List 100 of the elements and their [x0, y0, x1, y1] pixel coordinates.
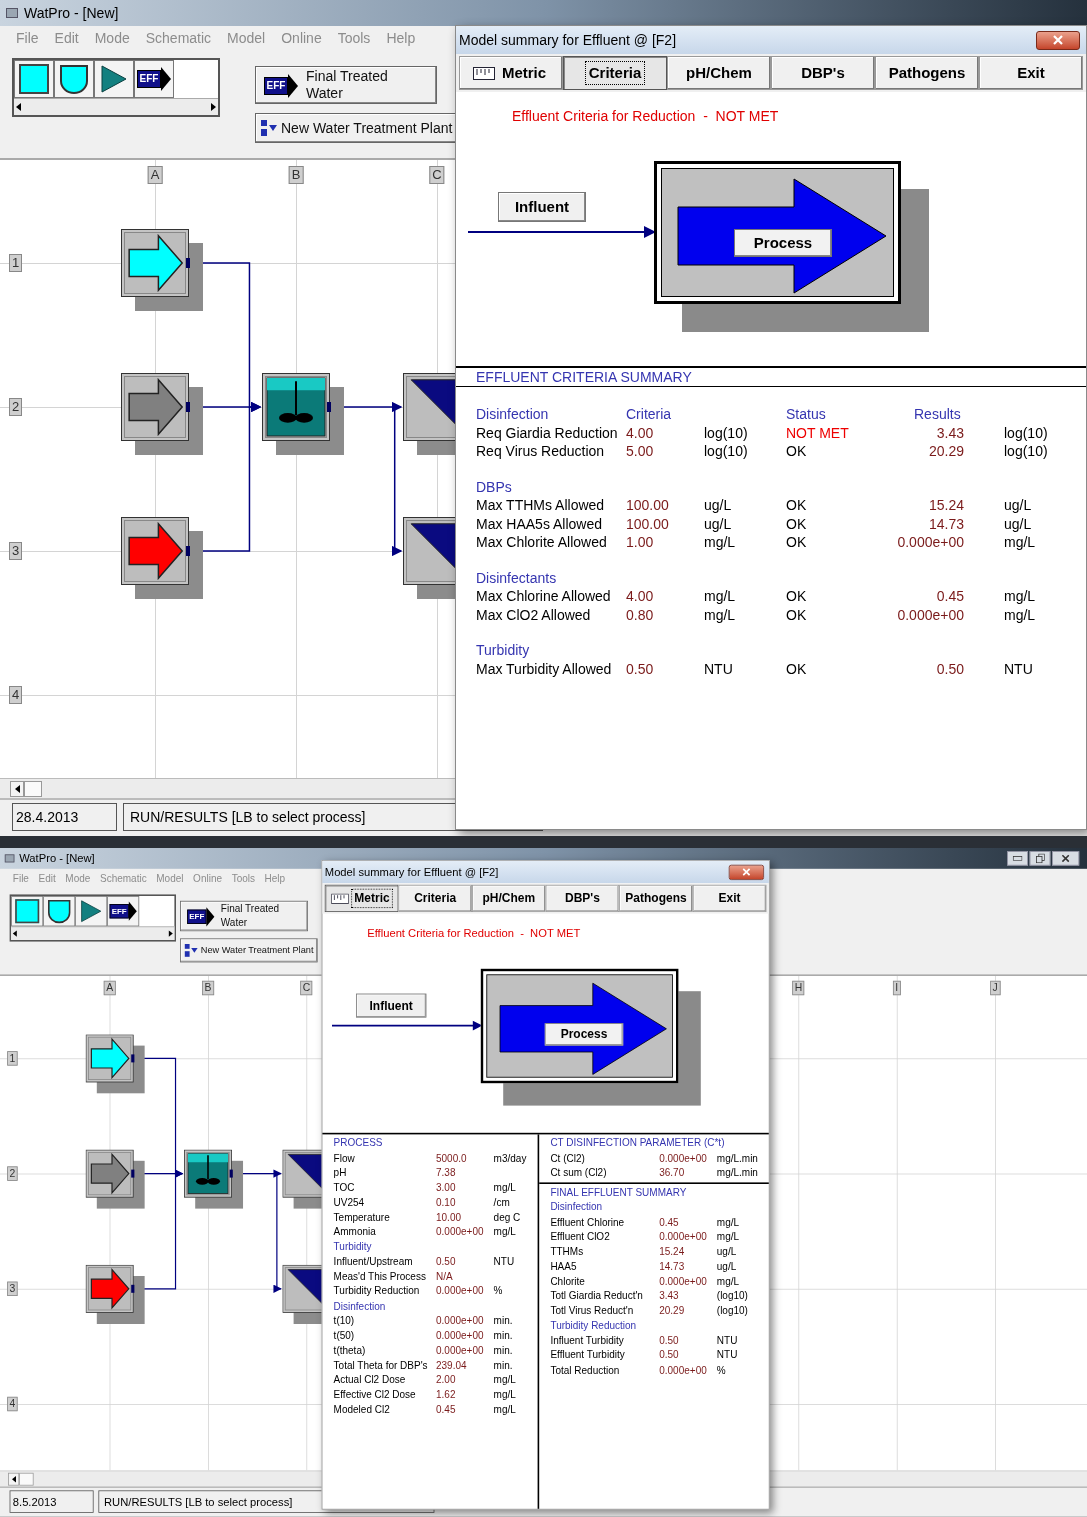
- unit-text: mg/L: [704, 587, 737, 606]
- dialog-tab[interactable]: pH/Chem: [667, 56, 771, 90]
- parameter-value: 2.00: [436, 1373, 457, 1388]
- plant-tree-icon: [184, 943, 199, 958]
- basin-icon: [58, 63, 90, 95]
- row-label: 1: [7, 1051, 18, 1066]
- influent-node-drawing[interactable]: [121, 373, 203, 455]
- unit-text: NTU: [493, 1255, 516, 1270]
- unit-text: min.: [493, 1329, 514, 1344]
- unit-text: NTU: [716, 1333, 739, 1348]
- parameter-value: N/A: [436, 1269, 454, 1284]
- unit-text: mg/L: [493, 1403, 517, 1418]
- horizontal-scrollbar[interactable]: [11, 926, 175, 940]
- tank-node-drawing[interactable]: [262, 373, 344, 455]
- ruler-icon: [331, 893, 349, 904]
- dialog-tab[interactable]: Criteria: [563, 56, 667, 90]
- horizontal-scrollbar[interactable]: [14, 98, 218, 115]
- influent-node-drawing[interactable]: [85, 1264, 145, 1324]
- unit-text: min.: [493, 1314, 514, 1329]
- palette-button[interactable]: EFF: [107, 896, 140, 927]
- close-icon: [1053, 35, 1063, 45]
- section-heading: CT DISINFECTION PARAMETER (C*t): [550, 1136, 726, 1151]
- dialog-tab[interactable]: Exit: [692, 884, 767, 912]
- parameter-value: 0.000e+00: [659, 1230, 708, 1245]
- unit-text: min.: [493, 1343, 514, 1358]
- status-text: OK: [786, 605, 808, 624]
- row-label: 2: [7, 1166, 18, 1181]
- parameter-label: TOC: [333, 1181, 356, 1196]
- influent-node-drawing[interactable]: [85, 1034, 145, 1094]
- palette-button[interactable]: [43, 896, 76, 927]
- parameter-label: Effective Cl2 Dose: [333, 1388, 417, 1403]
- dialog-tab[interactable]: Pathogens: [875, 56, 979, 90]
- parameter-label: t(50): [333, 1329, 356, 1344]
- criterion-label: Max Chlorine Allowed: [476, 587, 612, 606]
- palette-button[interactable]: [75, 896, 108, 927]
- palette-button[interactable]: [14, 60, 54, 98]
- dialog-title: Model summary for Effluent @ [F2]: [459, 30, 677, 50]
- criterion-value: 4.00: [626, 587, 655, 606]
- minimize-button[interactable]: [1007, 851, 1028, 866]
- criterion-label: Max Chlorite Allowed: [476, 533, 608, 552]
- plant-selector[interactable]: New Water Treatment Plant: [180, 938, 318, 963]
- process-button[interactable]: Process: [734, 229, 832, 257]
- dialog-tab[interactable]: pH/Chem: [472, 884, 546, 912]
- column-label: I: [892, 980, 901, 996]
- dialog-tab[interactable]: Exit: [979, 56, 1083, 90]
- unit-text: ug/L: [1003, 514, 1033, 533]
- status-text: OK: [786, 587, 808, 606]
- criterion-value: 1.00: [626, 533, 655, 552]
- unit-text: ug/L: [704, 514, 733, 533]
- influent-node-drawing[interactable]: [85, 1149, 145, 1209]
- unit-text: %: [716, 1363, 727, 1378]
- parameter-label: Ammonia: [333, 1225, 377, 1240]
- parameter-label: UV254: [333, 1195, 366, 1210]
- tank-node-drawing[interactable]: [184, 1149, 244, 1209]
- process-button[interactable]: Process: [544, 1023, 624, 1046]
- unit-text: /cm: [493, 1195, 511, 1210]
- influent-button[interactable]: Influent: [356, 993, 427, 1018]
- restore-icon: [1035, 853, 1045, 864]
- unit-text: mg/L: [1003, 605, 1037, 624]
- dialog-title: Model summary for Effluent @ [F2]: [324, 864, 499, 880]
- row-label: 3: [9, 542, 23, 560]
- parameter-label: Totl Giardia Reduct'n: [550, 1289, 644, 1304]
- palette-button[interactable]: [11, 896, 44, 927]
- palette-button[interactable]: [94, 60, 134, 98]
- parameter-label: Flow: [333, 1151, 356, 1166]
- dialog-tab[interactable]: DBP's: [771, 56, 875, 90]
- status-text: NOT MET: [786, 423, 850, 442]
- effluent-button[interactable]: EFF Final Treated Water: [180, 900, 308, 932]
- close-button[interactable]: [1052, 851, 1080, 866]
- influent-node-drawing[interactable]: [121, 229, 203, 311]
- window-title: WatPro - [New]: [19, 850, 95, 867]
- palette-button[interactable]: EFF: [134, 60, 174, 98]
- parameter-label: Effluent ClO2: [550, 1230, 611, 1245]
- dialog-tab[interactable]: Criteria: [398, 884, 472, 912]
- parameter-value: 0.10: [436, 1195, 457, 1210]
- unit-text: NTU: [704, 659, 734, 678]
- dialog-tab[interactable]: Metric: [324, 884, 399, 912]
- column-label: B: [288, 166, 304, 184]
- dialog-tab[interactable]: Metric: [459, 56, 563, 90]
- section-heading: Turbidity: [333, 1240, 373, 1255]
- palette-button[interactable]: [54, 60, 94, 98]
- row-label: 1: [9, 254, 23, 272]
- result-value: 0.45: [935, 587, 964, 606]
- unit-text: mg/L: [493, 1225, 517, 1240]
- criterion-label: Max Turbidity Allowed: [476, 659, 613, 678]
- unit-text: ug/L: [716, 1259, 738, 1274]
- dialog-tab[interactable]: DBP's: [545, 884, 620, 912]
- parameter-label: Effluent Turbidity: [550, 1348, 626, 1363]
- influent-node-drawing[interactable]: [121, 517, 203, 599]
- influent-button[interactable]: Influent: [498, 192, 586, 222]
- close-button[interactable]: [728, 864, 764, 880]
- restore-button[interactable]: [1029, 851, 1051, 866]
- effluent-button[interactable]: EFF Final Treated Water: [255, 66, 437, 104]
- criteria-status-text: Effluent Criteria for Reduction - NOT MET: [511, 107, 780, 126]
- app-icon: [4, 854, 15, 863]
- status-date: 8.5.2013: [9, 1490, 94, 1513]
- parameter-label: Total Theta for DBP's: [333, 1358, 429, 1373]
- parameter-value: 14.73: [659, 1259, 686, 1274]
- dialog-tab[interactable]: Pathogens: [619, 884, 693, 912]
- close-button[interactable]: [1036, 30, 1080, 50]
